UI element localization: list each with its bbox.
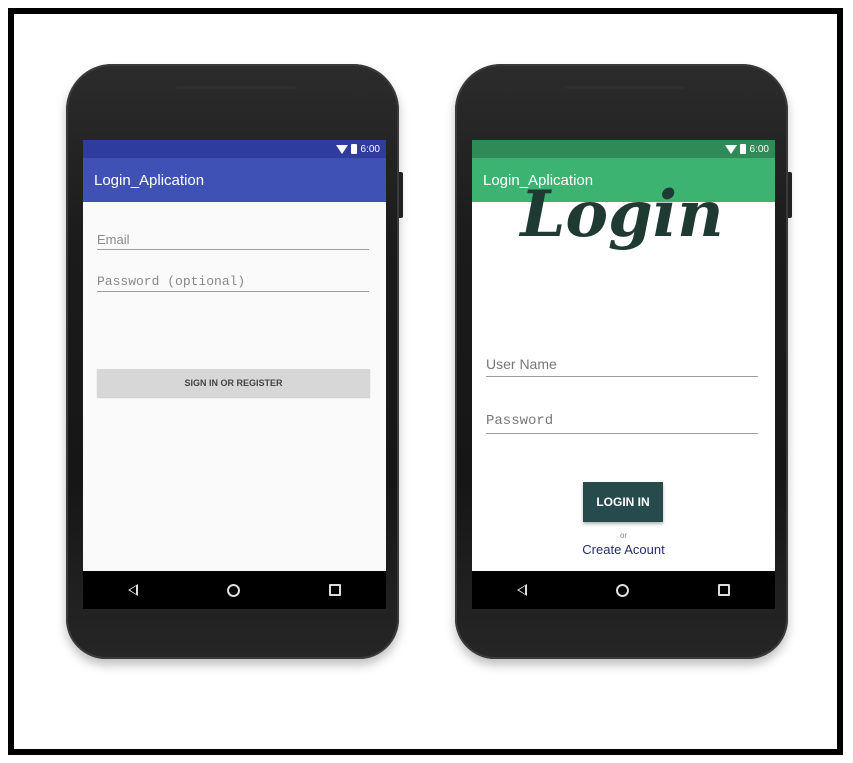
logo-text: Login <box>518 177 723 252</box>
nav-recent-icon[interactable] <box>718 584 731 596</box>
speaker-grille <box>176 86 296 89</box>
password-placeholder: Password (optional) <box>97 274 246 289</box>
screen-right: 6:00 Login_Aplication Login User Name Pa… <box>472 140 775 609</box>
login-button-label: LOGIN IN <box>596 495 650 509</box>
login-button[interactable]: LOGIN IN <box>583 482 663 522</box>
nav-bar <box>472 571 775 609</box>
nav-recent-icon[interactable] <box>329 584 342 596</box>
camera-icon <box>744 88 752 96</box>
status-time: 6:00 <box>749 143 769 155</box>
speaker-grille <box>565 86 685 89</box>
nav-bar <box>83 571 386 609</box>
status-bar: 6:00 <box>472 140 775 158</box>
power-button <box>788 172 792 218</box>
password-placeholder: Password <box>486 413 554 429</box>
status-bar: 6:00 <box>83 140 386 158</box>
email-placeholder: Email <box>97 232 130 247</box>
phone-left: 6:00 Login_Aplication Email Password (op… <box>66 64 403 659</box>
sign-in-register-label: SIGN IN OR REGISTER <box>184 378 283 388</box>
battery-icon <box>350 144 357 154</box>
wifi-icon <box>724 144 737 154</box>
or-separator: or <box>619 531 628 540</box>
login-logo: Login <box>518 177 723 252</box>
username-field[interactable]: User Name <box>486 356 758 377</box>
app-title: Login_Aplication <box>94 171 205 189</box>
battery-icon <box>739 144 746 154</box>
create-account-link[interactable]: Create Acount <box>472 542 775 557</box>
nav-home-icon[interactable] <box>226 583 240 597</box>
power-button <box>399 172 403 218</box>
password-field[interactable]: Password <box>486 413 758 434</box>
nav-back-icon[interactable] <box>127 584 138 596</box>
nav-home-icon[interactable] <box>615 583 629 597</box>
camera-icon <box>355 88 363 96</box>
nav-back-icon[interactable] <box>516 584 527 596</box>
app-bar: Login_Aplication <box>83 158 386 202</box>
email-field[interactable]: Email <box>97 232 369 250</box>
status-time: 6:00 <box>360 143 380 155</box>
image-frame: 6:00 Login_Aplication Email Password (op… <box>8 8 843 755</box>
sign-in-register-button[interactable]: SIGN IN OR REGISTER <box>97 369 370 397</box>
screen-left: 6:00 Login_Aplication Email Password (op… <box>83 140 386 609</box>
username-placeholder: User Name <box>486 356 557 372</box>
wifi-icon <box>335 144 348 154</box>
password-field[interactable]: Password (optional) <box>97 274 369 292</box>
phone-right: 6:00 Login_Aplication Login User Name Pa… <box>455 64 792 659</box>
